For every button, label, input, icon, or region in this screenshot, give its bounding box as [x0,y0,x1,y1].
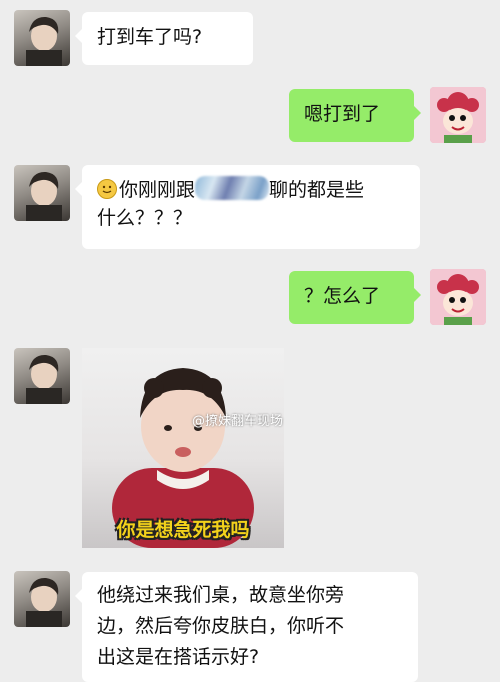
message-text: 他绕过来我们桌，故意坐你旁 [97,584,345,606]
message-text: 聊的都是些 [269,179,365,201]
smiling-face-icon [97,179,117,199]
message-text: ？怎么了 [304,285,381,307]
message-line: 你刚刚跟 聊的都是些 [97,176,405,204]
sticker-watermark: @撩妹翻车现场 [192,414,284,429]
message-text: 什么？？？ [97,207,193,229]
message-text: 打到车了吗? [97,26,203,48]
my-avatar[interactable] [430,269,486,325]
contact-avatar[interactable] [14,165,70,221]
message-bubble-outgoing[interactable]: ？怎么了 [289,271,421,324]
contact-avatar[interactable] [14,571,70,627]
message-bubble-incoming[interactable]: 打到车了吗? [75,12,253,65]
my-avatar[interactable] [430,87,486,143]
message-text: 边，然后夸你皮肤白，你听不 [97,615,345,637]
sticker-image[interactable]: 你是想急死我吗 [82,348,284,548]
censored-name-mosaic [195,176,270,200]
sticker-caption: 你是想急死我吗 [116,519,250,541]
message-text: 嗯打到了 [304,103,381,125]
contact-avatar[interactable] [14,348,70,404]
message-bubble-incoming[interactable]: 他绕过来我们桌，故意坐你旁 边，然后夸你皮肤白，你听不 出这是在搭话示好? [75,572,418,682]
message-text: 出这是在搭话示好? [97,646,260,668]
message-text: 你刚刚跟 [119,179,196,201]
contact-avatar[interactable] [14,10,70,66]
message-bubble-outgoing[interactable]: 嗯打到了 [289,89,421,142]
message-bubble-incoming[interactable]: 你刚刚跟 聊的都是些 什么？？？ [75,165,420,249]
